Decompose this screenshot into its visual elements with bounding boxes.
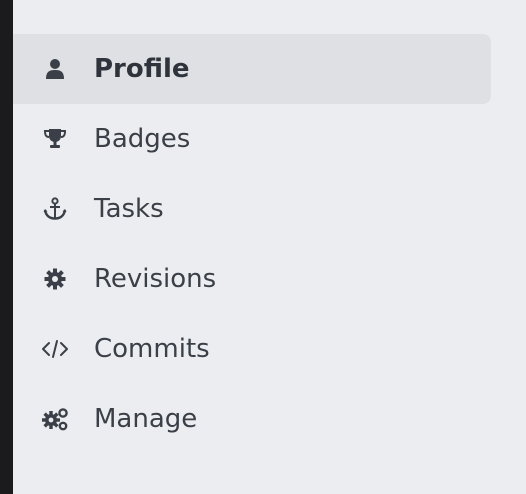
sidebar-item-commits[interactable]: Commits [13,314,491,384]
sidebar-item-label: Badges [94,124,191,154]
user-icon [41,55,69,83]
sidebar-nav: Profile Badges Tasks Revisions Commits M… [13,34,491,454]
code-icon [41,335,69,363]
sidebar-item-manage[interactable]: Manage [13,384,491,454]
sidebar-item-label: Tasks [94,194,164,224]
anchor-icon [41,195,69,223]
sidebar-panel: Profile Badges Tasks Revisions Commits M… [0,0,526,494]
window-edge [0,0,13,494]
sidebar-item-revisions[interactable]: Revisions [13,244,491,314]
sidebar-item-label: Revisions [94,264,217,294]
gear-icon [41,265,69,293]
sidebar-item-badges[interactable]: Badges [13,104,491,174]
trophy-icon [41,125,69,153]
gears-icon [41,405,69,433]
sidebar-item-profile[interactable]: Profile [13,34,491,104]
sidebar-item-tasks[interactable]: Tasks [13,174,491,244]
sidebar-item-label: Manage [94,404,198,434]
sidebar-item-label: Profile [94,54,190,84]
sidebar-item-label: Commits [94,334,210,364]
